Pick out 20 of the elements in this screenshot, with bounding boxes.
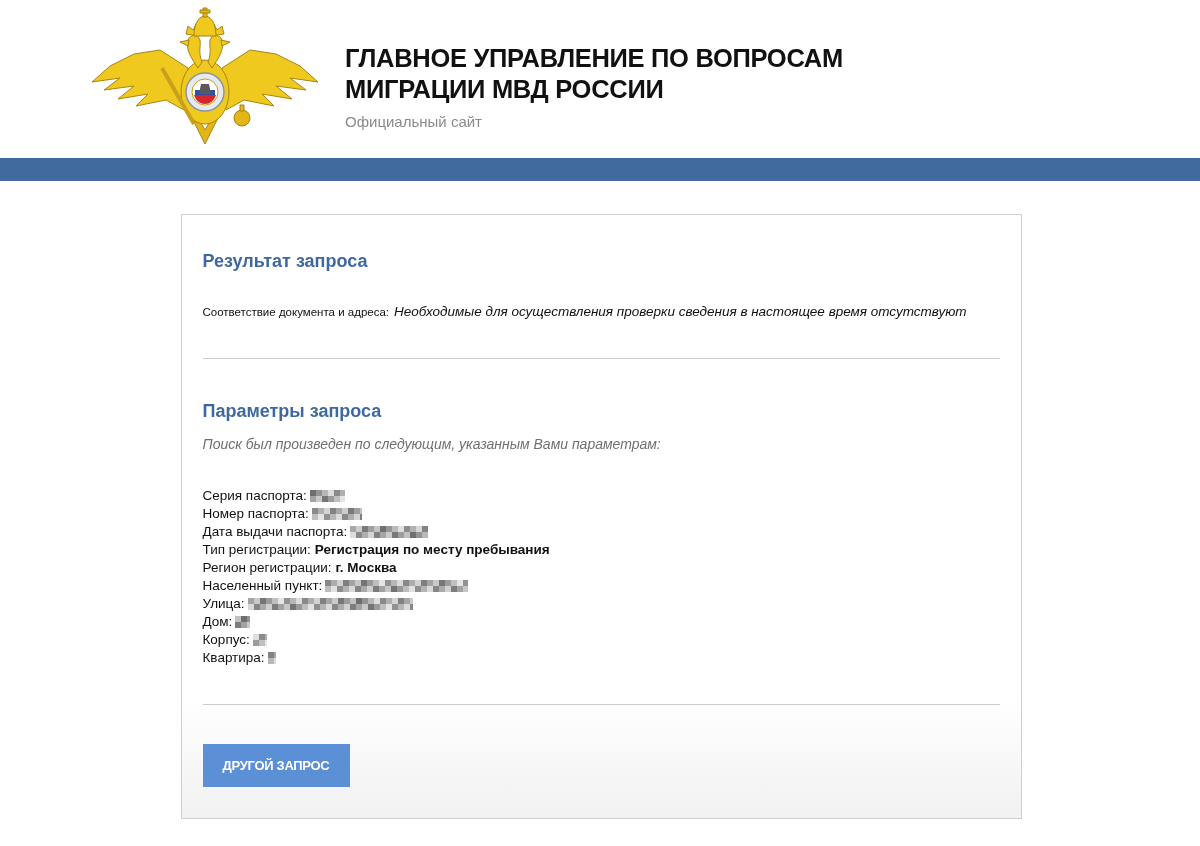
param-value: г. Москва xyxy=(335,559,397,577)
param-value: Регистрация по месту пребывания xyxy=(314,541,550,559)
param-label: Корпус: xyxy=(202,631,250,649)
site-title: ГЛАВНОЕ УПРАВЛЕНИЕ ПО ВОПРОСАМ МИГРАЦИИ МВД РОССИИ xyxy=(345,43,843,105)
param-label: Регион регистрации: xyxy=(202,559,332,577)
result-label: Соответствие документа и адреса: xyxy=(202,305,389,320)
param-label: Улица: xyxy=(202,595,245,613)
section-heading: Параметры запроса xyxy=(202,400,383,423)
site-subtitle: Официальный сайт xyxy=(345,113,483,130)
param-label: Дата выдачи паспорта: xyxy=(202,523,348,541)
param-label: Квартира: xyxy=(202,649,265,667)
param-label: Населенный пункт: xyxy=(202,577,323,595)
new-query-button[interactable]: ДРУГОЙ ЗАПРОС xyxy=(202,744,350,787)
params-intro: Поиск был произведен по следующим, указанным Вами параметрам: xyxy=(202,435,662,454)
param-label: Серия паспорта: xyxy=(202,487,307,505)
result-value: Необходимые для осуществления проверки сведения в настоящее время отсутствуют xyxy=(394,303,967,321)
param-label: Тип регистрации: xyxy=(202,541,311,559)
param-label: Номер паспорта: xyxy=(202,505,309,523)
section-heading: Результат запроса xyxy=(202,250,369,273)
param-label: Дом: xyxy=(202,613,233,631)
